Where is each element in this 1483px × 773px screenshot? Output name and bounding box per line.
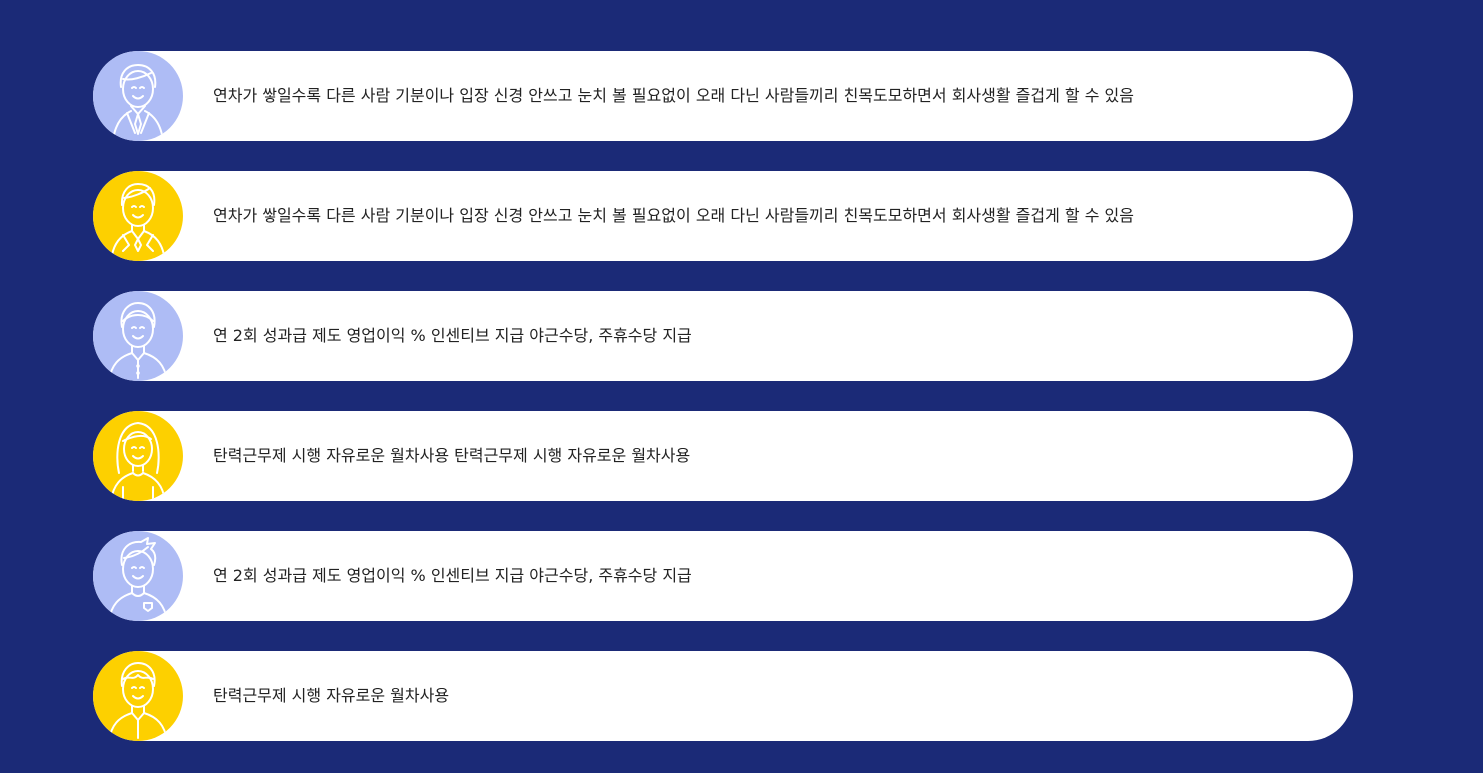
- list-item: 연차가 쌓일수록 다른 사람 기분이나 입장 신경 안쓰고 눈치 볼 필요없이 …: [93, 51, 1353, 141]
- list-item: 탄력근무제 시행 자유로운 월차사용 탄력근무제 시행 자유로운 월차사용: [93, 411, 1353, 501]
- list-item-text: 연 2회 성과급 제도 영업이익 % 인센티브 지급 야근수당, 주휴수당 지급: [213, 326, 692, 345]
- woman-icon: [93, 411, 183, 501]
- list-item-text: 연차가 쌓일수록 다른 사람 기분이나 입장 신경 안쓰고 눈치 볼 필요없이 …: [213, 86, 1134, 105]
- man-icon: [93, 651, 183, 741]
- young-man-icon: [93, 531, 183, 621]
- list-item: 연차가 쌓일수록 다른 사람 기분이나 입장 신경 안쓰고 눈치 볼 필요없이 …: [93, 171, 1353, 261]
- list-item: 연 2회 성과급 제도 영업이익 % 인센티브 지급 야근수당, 주휴수당 지급: [93, 531, 1353, 621]
- list-item-text: 연 2회 성과급 제도 영업이익 % 인센티브 지급 야근수당, 주휴수당 지급: [213, 566, 692, 585]
- businessman-icon: [93, 51, 183, 141]
- man-in-shirt-icon: [93, 291, 183, 381]
- list-item: 연 2회 성과급 제도 영업이익 % 인센티브 지급 야근수당, 주휴수당 지급: [93, 291, 1353, 381]
- list-item-text: 탄력근무제 시행 자유로운 월차사용 탄력근무제 시행 자유로운 월차사용: [213, 446, 691, 465]
- man-in-suit-icon: [93, 171, 183, 261]
- benefit-list: 연차가 쌓일수록 다른 사람 기분이나 입장 신경 안쓰고 눈치 볼 필요없이 …: [93, 51, 1353, 741]
- list-item: 탄력근무제 시행 자유로운 월차사용: [93, 651, 1353, 741]
- list-item-text: 연차가 쌓일수록 다른 사람 기분이나 입장 신경 안쓰고 눈치 볼 필요없이 …: [213, 206, 1134, 225]
- list-item-text: 탄력근무제 시행 자유로운 월차사용: [213, 686, 450, 705]
